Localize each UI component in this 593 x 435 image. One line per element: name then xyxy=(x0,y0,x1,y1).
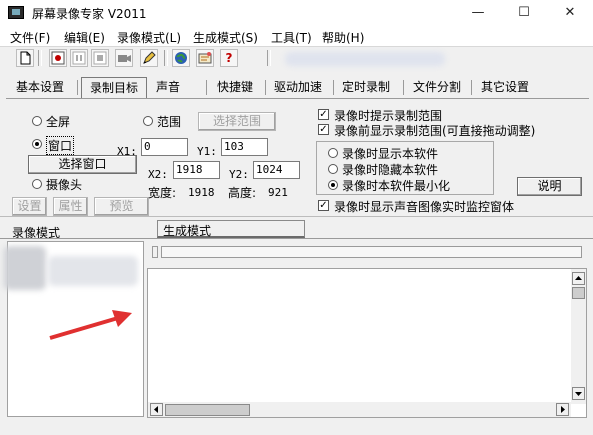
blurred-region xyxy=(48,256,138,286)
menu-record-mode[interactable]: 录像模式(L) xyxy=(117,29,181,46)
tab-record-target[interactable]: 录制目标 xyxy=(81,77,147,99)
close-button[interactable]: ✕ xyxy=(547,0,593,26)
hscroll-thumb[interactable] xyxy=(165,404,250,416)
prompt-range-checkbox[interactable]: ✓ xyxy=(318,109,329,120)
section-divider xyxy=(0,238,593,239)
app-icon xyxy=(8,6,24,19)
y2-input[interactable]: 1024 xyxy=(253,161,300,179)
pencil-icon[interactable] xyxy=(140,49,158,67)
height-label: 高度: xyxy=(228,186,257,200)
show-monitor-checkbox[interactable]: ✓ xyxy=(318,200,329,211)
scroll-right-icon[interactable] xyxy=(556,403,569,416)
record-icon[interactable] xyxy=(49,49,67,67)
tab-separator xyxy=(333,80,334,95)
tab-baseline xyxy=(6,98,589,99)
section-divider xyxy=(0,216,593,217)
blurred-region xyxy=(4,246,46,290)
menu-generate-mode[interactable]: 生成模式(S) xyxy=(193,29,258,46)
y1-label: Y1: xyxy=(197,145,217,158)
x1-label: X1: xyxy=(117,145,137,158)
menu-file[interactable]: 文件(F) xyxy=(10,29,50,46)
hide-software-radio[interactable] xyxy=(328,164,338,174)
toolbar-separator xyxy=(164,50,168,66)
tab-basic-settings[interactable]: 基本设置 xyxy=(12,77,68,98)
blurred-region xyxy=(285,52,445,66)
tab-separator xyxy=(206,80,207,95)
hide-software-label: 录像时隐藏本软件 xyxy=(342,163,439,177)
menu-help[interactable]: 帮助(H) xyxy=(322,29,364,46)
maximize-button[interactable]: ☐ xyxy=(501,0,547,26)
tab-separator xyxy=(265,80,266,95)
annotation-arrow-icon xyxy=(49,310,132,340)
new-file-icon[interactable] xyxy=(16,49,34,67)
generate-mode-content[interactable] xyxy=(147,268,587,418)
x2-input[interactable]: 1918 xyxy=(173,161,220,179)
globe-icon[interactable] xyxy=(172,49,190,67)
show-software-label: 录像时显示本软件 xyxy=(342,147,439,161)
window-radio[interactable] xyxy=(32,139,42,149)
scroll-up-icon[interactable] xyxy=(572,272,585,285)
camera-icon[interactable] xyxy=(115,49,133,67)
window-label: 窗口 xyxy=(46,136,75,155)
camera-radio[interactable] xyxy=(32,179,42,189)
menu-tools[interactable]: 工具(T) xyxy=(271,29,312,46)
select-range-button[interactable]: 选择范围 xyxy=(198,112,276,131)
scroll-thumb[interactable] xyxy=(572,287,585,299)
show-range-before-label: 录像前显示录制范围(可直接拖动调整) xyxy=(334,124,536,138)
show-monitor-label: 录像时显示声音图像实时监控窗体 xyxy=(334,200,515,214)
stop-icon[interactable] xyxy=(91,49,109,67)
y1-input[interactable]: 103 xyxy=(221,138,268,156)
tab-other-settings[interactable]: 其它设置 xyxy=(477,77,533,98)
x2-label: X2: xyxy=(148,168,168,181)
toolbar-separator xyxy=(38,50,42,66)
minimize-button[interactable]: — xyxy=(455,0,501,26)
tab-scheduled-recording[interactable]: 定时录制 xyxy=(338,77,394,98)
show-software-radio[interactable] xyxy=(328,148,338,158)
scroll-left-icon[interactable] xyxy=(150,403,163,416)
fullscreen-label: 全屏 xyxy=(46,115,71,129)
tab-separator xyxy=(77,80,78,95)
minimize-software-radio[interactable] xyxy=(328,180,338,190)
fullscreen-radio[interactable] xyxy=(32,116,42,126)
progress-bar xyxy=(161,246,582,258)
range-radio[interactable] xyxy=(143,116,153,126)
window-title: 屏幕录像专家 V2011 xyxy=(32,7,147,21)
settings-icon[interactable] xyxy=(196,49,214,67)
show-range-before-checkbox[interactable]: ✓ xyxy=(318,124,329,135)
height-value: 921 xyxy=(268,186,288,199)
toolbar-separator xyxy=(267,50,271,66)
tab-hotkeys[interactable]: 快捷键 xyxy=(213,77,257,98)
range-label: 范围 xyxy=(157,115,182,129)
width-label: 宽度: xyxy=(148,186,177,200)
settings-button[interactable]: 设置 xyxy=(12,197,47,216)
explain-button[interactable]: 说明 xyxy=(517,177,582,196)
tab-separator xyxy=(403,80,404,95)
pause-icon[interactable] xyxy=(70,49,88,67)
camera-label: 摄像头 xyxy=(46,178,83,192)
generate-mode-tab[interactable]: 生成模式 xyxy=(163,222,211,239)
tab-file-split[interactable]: 文件分割 xyxy=(409,77,465,98)
splitter-handle[interactable] xyxy=(152,246,158,258)
width-value: 1918 xyxy=(188,186,215,199)
properties-button[interactable]: 属性 xyxy=(53,197,88,216)
scroll-down-icon[interactable] xyxy=(572,387,585,400)
x1-input[interactable]: 0 xyxy=(141,138,188,156)
tab-separator xyxy=(471,80,472,95)
menu-edit[interactable]: 编辑(E) xyxy=(64,29,105,46)
preview-button[interactable]: 预览 xyxy=(94,197,149,216)
help-icon[interactable]: ? xyxy=(220,49,238,67)
minimize-software-label: 录像时本软件最小化 xyxy=(342,179,451,193)
tab-sound[interactable]: 声音 xyxy=(152,77,184,98)
tab-driver-acceleration[interactable]: 驱动加速 xyxy=(270,77,326,98)
y2-label: Y2: xyxy=(229,168,249,181)
